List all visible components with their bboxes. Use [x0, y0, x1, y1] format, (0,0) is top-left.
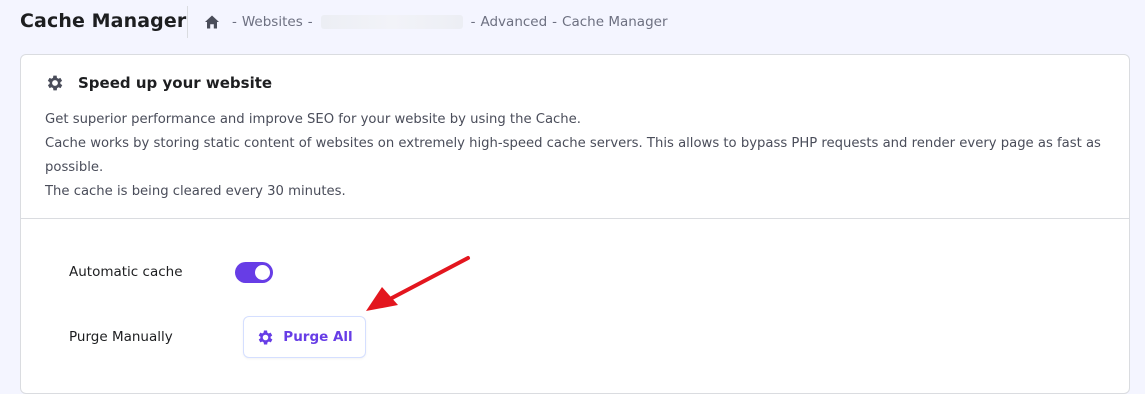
- gear-icon: [45, 73, 65, 93]
- breadcrumb-websites[interactable]: Websites: [242, 14, 303, 30]
- card-description: Get superior performance and improve SEO…: [45, 108, 1105, 204]
- title-divider: [187, 6, 188, 38]
- description-line: The cache is being cleared every 30 minu…: [45, 184, 346, 199]
- automatic-cache-label: Automatic cache: [69, 264, 183, 280]
- page-title: Cache Manager: [20, 10, 187, 32]
- breadcrumb-separator: -: [470, 14, 476, 30]
- breadcrumb-cache-manager: Cache Manager: [562, 14, 668, 30]
- breadcrumb-redacted-domain[interactable]: [320, 15, 463, 29]
- automatic-cache-toggle[interactable]: [235, 262, 273, 283]
- home-icon[interactable]: [204, 14, 220, 30]
- red-arrow-icon: [366, 256, 470, 311]
- purge-manually-label: Purge Manually: [69, 329, 173, 345]
- top-bar: Cache Manager - Websites - - Advanced - …: [0, 0, 1145, 46]
- gear-icon: [256, 328, 275, 347]
- card-header: Speed up your website Get superior perfo…: [21, 55, 1129, 219]
- cache-card: Speed up your website Get superior perfo…: [20, 54, 1130, 394]
- card-title: Speed up your website: [78, 74, 273, 92]
- description-line: Get superior performance and improve SEO…: [45, 112, 581, 127]
- breadcrumb-separator: -: [552, 14, 558, 30]
- breadcrumb: - Websites - - Advanced - Cache Manager: [204, 12, 668, 32]
- breadcrumb-separator: -: [232, 14, 237, 30]
- breadcrumb-advanced[interactable]: Advanced: [480, 14, 547, 30]
- breadcrumb-separator: -: [307, 14, 313, 30]
- purge-all-label: Purge All: [283, 329, 353, 345]
- description-line: Cache works by storing static content of…: [45, 136, 1101, 175]
- card-heading: Speed up your website: [45, 73, 272, 93]
- purge-all-button[interactable]: Purge All: [243, 316, 366, 358]
- toggle-knob: [255, 265, 270, 280]
